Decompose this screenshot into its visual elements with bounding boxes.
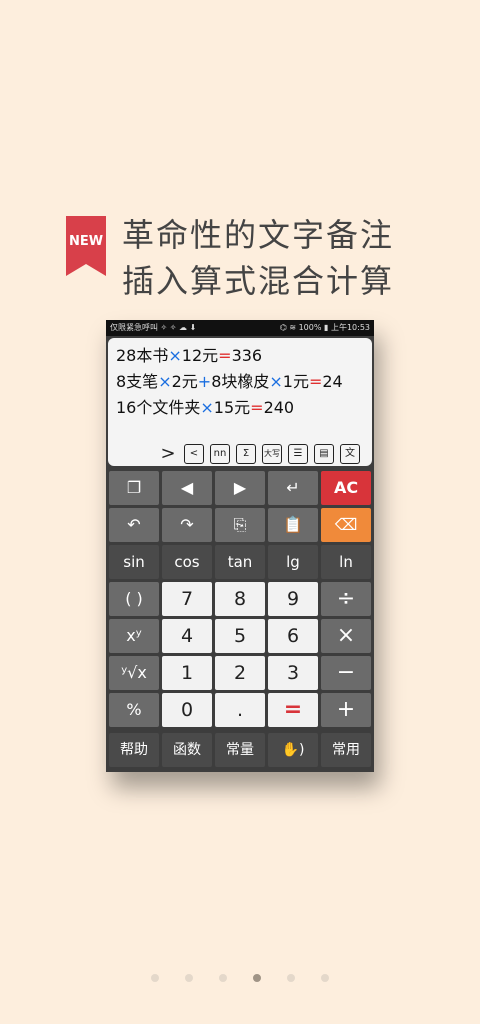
page-dot[interactable] <box>219 974 227 982</box>
page-dot[interactable] <box>151 974 159 982</box>
share-icon[interactable]: < <box>184 444 204 464</box>
page-dot[interactable] <box>321 974 329 982</box>
expression-operator: × <box>200 398 214 417</box>
lg-button[interactable]: lg <box>268 545 318 579</box>
digit-4-button[interactable]: 4 <box>162 619 212 653</box>
digit-0-button[interactable]: 0 <box>162 693 212 727</box>
expression-line: 16个文件夹×15元=240 <box>116 394 294 418</box>
digit-8-button[interactable]: 8 <box>215 582 265 616</box>
percent-button[interactable]: % <box>109 693 159 727</box>
constants-button[interactable]: 常量 <box>215 733 265 767</box>
new-badge: NEW <box>66 216 106 276</box>
status-left: 仅限紧急呼叫 ✧ ✧ ☁ ⬇ <box>110 323 197 332</box>
expression-line: 28本书×12元=336 <box>116 342 262 366</box>
expression-operator: × <box>158 372 172 391</box>
page-dot[interactable] <box>287 974 295 982</box>
equals-button[interactable]: = <box>268 693 318 727</box>
search-icon[interactable]: ☰ <box>288 444 308 464</box>
expression-text: 28本书 <box>116 346 169 365</box>
headline: 革命性的文字备注 插入算式混合计算 <box>122 212 394 304</box>
ln-button[interactable]: ln <box>321 545 371 579</box>
expression-text: 24 <box>322 372 343 391</box>
expression-text: 15元 <box>213 398 251 417</box>
digit-6-button[interactable]: 6 <box>268 619 318 653</box>
expression-text: 2元 <box>171 372 198 391</box>
expression-text: 8块橡皮 <box>211 372 270 391</box>
common-button[interactable]: 常用 <box>321 733 371 767</box>
page-dot[interactable] <box>185 974 193 982</box>
digit-1-button[interactable]: 1 <box>162 656 212 690</box>
multiply-button[interactable]: × <box>321 619 371 653</box>
page-dot-active[interactable] <box>253 974 261 982</box>
clear-all-button[interactable]: AC <box>321 471 371 505</box>
paste-button[interactable]: 📋 <box>268 508 318 542</box>
redo-button[interactable]: ↷ <box>162 508 212 542</box>
sin-button[interactable]: sin <box>109 545 159 579</box>
cursor-right-button[interactable]: ▶ <box>215 471 265 505</box>
text-icon[interactable]: 文 <box>340 444 360 464</box>
headline-line-2: 插入算式混合计算 <box>122 262 395 300</box>
headline-line-1: 革命性的文字备注 <box>122 216 395 254</box>
copy-button[interactable]: ⎘ <box>215 508 265 542</box>
expression-operator: = <box>250 398 264 417</box>
sum-icon[interactable]: Σ <box>236 444 256 464</box>
enter-button[interactable]: ↵ <box>268 471 318 505</box>
window-button[interactable]: ❐ <box>109 471 159 505</box>
plus-button[interactable]: + <box>321 693 371 727</box>
page-indicator <box>0 974 480 986</box>
expression-text: 1元 <box>282 372 309 391</box>
divide-button[interactable]: ÷ <box>321 582 371 616</box>
expand-icon[interactable]: > <box>158 444 178 464</box>
phone-screenshot: 仅限紧急呼叫 ✧ ✧ ☁ ⬇ ⌬ ≋ 100% ▮ 上午10:53 28本书×1… <box>106 320 374 772</box>
minus-button[interactable]: − <box>321 656 371 690</box>
expression-operator: × <box>269 372 283 391</box>
status-right: ⌬ ≋ 100% ▮ 上午10:53 <box>279 323 370 332</box>
parentheses-button[interactable]: ( ) <box>109 582 159 616</box>
status-bar: 仅限紧急呼叫 ✧ ✧ ☁ ⬇ ⌬ ≋ 100% ▮ 上午10:53 <box>106 320 374 336</box>
digit-5-button[interactable]: 5 <box>215 619 265 653</box>
expression-operator: = <box>308 372 323 391</box>
cos-button[interactable]: cos <box>162 545 212 579</box>
uppercase-icon[interactable]: 大写 <box>262 444 282 464</box>
power-button[interactable]: xʸ <box>109 619 159 653</box>
expression-text: 336 <box>231 346 263 365</box>
digit-9-button[interactable]: 9 <box>268 582 318 616</box>
expression-operator: + <box>197 372 212 391</box>
undo-button[interactable]: ↶ <box>109 508 159 542</box>
backspace-button[interactable]: ⌫ <box>321 508 371 542</box>
expression-line: 8支笔×2元+8块橡皮×1元=24 <box>116 368 343 392</box>
expression-text: 16个文件夹 <box>116 398 201 417</box>
expression-text: 8支笔 <box>116 372 159 391</box>
digit-3-button[interactable]: 3 <box>268 656 318 690</box>
functions-button[interactable]: 函数 <box>162 733 212 767</box>
expression-text: 240 <box>263 398 295 417</box>
digit-7-button[interactable]: 7 <box>162 582 212 616</box>
digit-2-button[interactable]: 2 <box>215 656 265 690</box>
voice-input-button[interactable]: ✋) <box>268 733 318 767</box>
expression-text: 12元 <box>181 346 219 365</box>
root-button[interactable]: ʸ√x <box>109 656 159 690</box>
save-icon[interactable]: ▤ <box>314 444 334 464</box>
tan-button[interactable]: tan <box>215 545 265 579</box>
cursor-left-button[interactable]: ◀ <box>162 471 212 505</box>
decimal-point-button[interactable]: . <box>215 693 265 727</box>
help-button[interactable]: 帮助 <box>109 733 159 767</box>
expression-operator: × <box>168 346 182 365</box>
units-icon[interactable]: nn <box>210 444 230 464</box>
expression-operator: = <box>218 346 232 365</box>
calculator-display[interactable]: 28本书×12元=336 8支笔×2元+8块橡皮×1元=24 16个文件夹×15元=… <box>108 338 372 466</box>
new-badge-label: NEW <box>68 234 104 249</box>
